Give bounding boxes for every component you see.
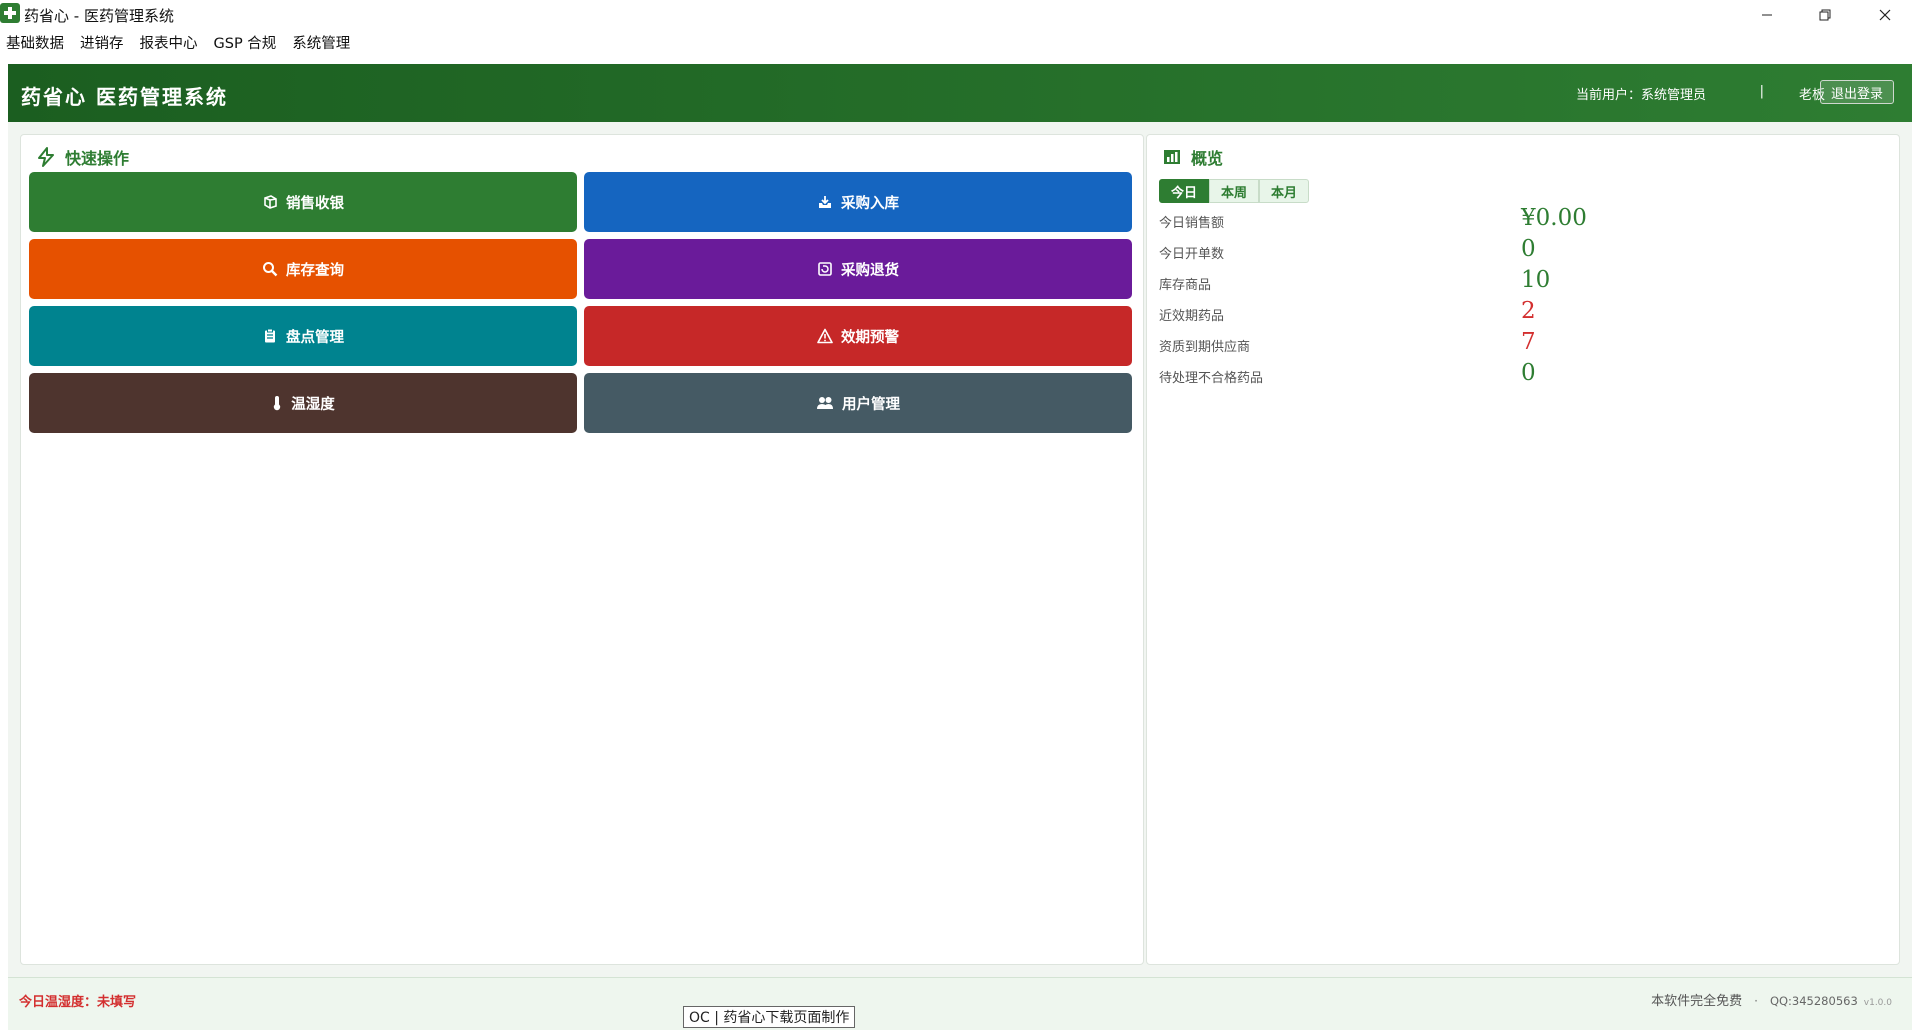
stat-value-near-expiry: 2 bbox=[1521, 298, 1536, 324]
user-management-button[interactable]: 用户管理 bbox=[584, 373, 1132, 433]
free-software-note: 本软件完全免费 bbox=[1651, 994, 1743, 1009]
main-content: 快速操作 销售收银 采购入库 库存查询 采购退货 盘点管理 效期预警 温湿度 用… bbox=[8, 122, 1912, 977]
search-icon bbox=[263, 262, 278, 277]
restore-icon[interactable] bbox=[1796, 0, 1854, 30]
clipboard-icon bbox=[265, 328, 275, 343]
overview-panel: 概览 今日 本周 本月 今日销售额 ¥0.00 今日开单数 0 库存商品 10 … bbox=[1146, 134, 1900, 965]
stat-label-stock-items: 库存商品 bbox=[1159, 278, 1212, 293]
quick-ops-panel: 快速操作 销售收银 采购入库 库存查询 采购退货 盘点管理 效期预警 温湿度 用… bbox=[20, 134, 1144, 965]
overview-title: 概览 bbox=[1191, 149, 1224, 168]
user-management-label: 用户管理 bbox=[842, 396, 900, 413]
expiry-alert-label: 效期预警 bbox=[841, 329, 899, 346]
stocktake-label: 盘点管理 bbox=[286, 329, 344, 346]
window-titlebar: 药省心 - 医药管理系统 bbox=[0, 0, 1920, 30]
footer-info: 本软件完全免费 · QQ:345280563 v1.0.0 bbox=[1651, 990, 1892, 1009]
temp-humidity-button[interactable]: 温湿度 bbox=[29, 373, 577, 433]
purchase-return-label: 采购退货 bbox=[841, 262, 899, 279]
overlay-caption: OC | 药省心下载页面制作 bbox=[683, 1006, 856, 1028]
stat-label-nonconforming: 待处理不合格药品 bbox=[1159, 371, 1264, 386]
period-tabs: 今日 本周 本月 bbox=[1159, 179, 1310, 203]
stat-value-stock-items: 10 bbox=[1521, 267, 1551, 293]
sales-checkout-label: 销售收银 bbox=[286, 195, 344, 212]
current-user-label: 当前用户：系统管理员 bbox=[1575, 88, 1706, 103]
window-title: 药省心 - 医药管理系统 bbox=[24, 7, 174, 25]
temp-humidity-label: 温湿度 bbox=[291, 396, 335, 413]
expiry-alert-button[interactable]: 效期预警 bbox=[584, 306, 1132, 366]
stock-query-button[interactable]: 库存查询 bbox=[29, 239, 577, 299]
temp-humidity-status: 今日温湿度：未填写 bbox=[19, 995, 137, 1010]
tab-today[interactable]: 今日 bbox=[1159, 179, 1210, 203]
stock-query-label: 库存查询 bbox=[286, 262, 344, 279]
tab-this-month[interactable]: 本月 bbox=[1259, 179, 1310, 203]
menubar: 基础数据 进销存 报表中心 GSP 合规 系统管理 bbox=[0, 30, 1920, 54]
return-box-icon bbox=[818, 262, 832, 276]
bar-chart-icon bbox=[1164, 150, 1180, 164]
stat-label-near-expiry: 近效期药品 bbox=[1159, 309, 1225, 324]
menu-inventory[interactable]: 进销存 bbox=[74, 32, 124, 53]
footer-dot: · bbox=[1754, 994, 1758, 1008]
cube-icon bbox=[264, 195, 277, 209]
stat-label-today-orders: 今日开单数 bbox=[1159, 247, 1225, 262]
lightning-icon bbox=[38, 147, 54, 167]
header-separator: | bbox=[1759, 84, 1764, 99]
overview-heading: 概览 bbox=[1163, 145, 1223, 169]
stat-label-today-sales: 今日销售额 bbox=[1159, 216, 1225, 231]
app-header: 药省心 医药管理系统 当前用户：系统管理员 | 老板 退出登录 bbox=[8, 64, 1912, 122]
menu-gsp[interactable]: GSP 合规 bbox=[208, 32, 277, 53]
menu-reports[interactable]: 报表中心 bbox=[134, 32, 198, 53]
stocktake-button[interactable]: 盘点管理 bbox=[29, 306, 577, 366]
thermometer-icon bbox=[274, 396, 281, 411]
minimize-icon[interactable] bbox=[1738, 0, 1796, 30]
users-icon bbox=[817, 397, 833, 409]
stat-value-today-sales: ¥0.00 bbox=[1521, 205, 1587, 231]
stat-value-today-orders: 0 bbox=[1521, 236, 1536, 262]
stat-label-expiring-suppliers: 资质到期供应商 bbox=[1159, 340, 1251, 355]
menu-system[interactable]: 系统管理 bbox=[286, 32, 350, 53]
version-label: v1.0.0 bbox=[1863, 998, 1892, 1008]
close-icon[interactable] bbox=[1856, 0, 1914, 30]
app-cross-icon bbox=[0, 3, 20, 23]
status-footer: 今日温湿度：未填写 本软件完全免费 · QQ:345280563 v1.0.0 bbox=[8, 977, 1912, 1030]
inbox-download-icon bbox=[819, 196, 831, 208]
stat-value-nonconforming: 0 bbox=[1521, 360, 1536, 386]
sales-checkout-button[interactable]: 销售收银 bbox=[29, 172, 577, 232]
quick-ops-heading: 快速操作 bbox=[37, 145, 129, 169]
logout-button[interactable]: 退出登录 bbox=[1820, 80, 1894, 104]
purchase-inbound-button[interactable]: 采购入库 bbox=[584, 172, 1132, 232]
tab-this-week[interactable]: 本周 bbox=[1209, 179, 1260, 203]
purchase-inbound-label: 采购入库 bbox=[841, 195, 899, 212]
app-title: 药省心 医药管理系统 bbox=[21, 85, 228, 109]
stat-value-expiring-suppliers: 7 bbox=[1521, 329, 1536, 355]
qq-contact: QQ:345280563 bbox=[1769, 994, 1858, 1008]
purchase-return-button[interactable]: 采购退货 bbox=[584, 239, 1132, 299]
quick-ops-title: 快速操作 bbox=[65, 149, 130, 168]
menu-basic-data[interactable]: 基础数据 bbox=[0, 32, 64, 53]
warning-icon bbox=[817, 328, 833, 344]
